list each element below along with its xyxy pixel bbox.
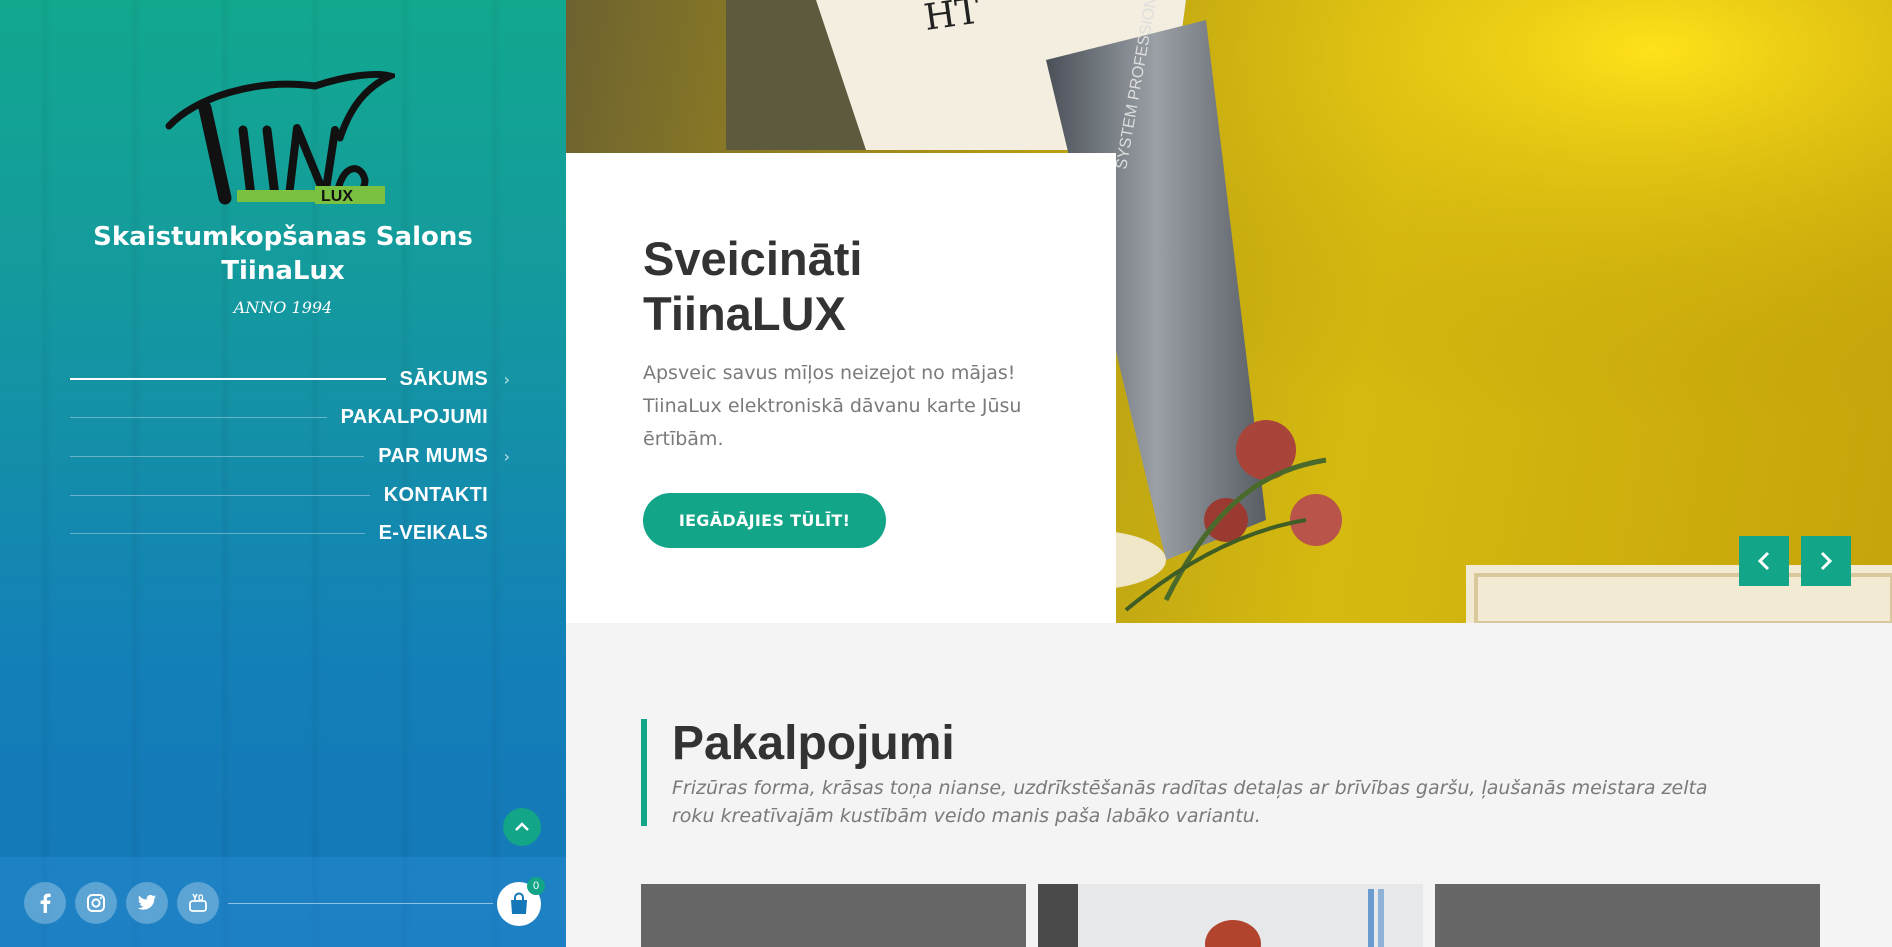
nav-item-label: KONTAKTI (383, 483, 488, 506)
nav-divider (70, 533, 365, 535)
service-card-image (1038, 884, 1423, 947)
logo-lux-text: LUX (321, 188, 353, 205)
service-card[interactable] (1435, 884, 1820, 947)
nav-item-label: E-VEIKALS (378, 522, 488, 545)
shopping-bag-icon (511, 892, 527, 914)
footer-divider (228, 903, 493, 904)
tiinalux-logo[interactable]: LUX (165, 68, 395, 208)
main-nav: SĀKUMS › PAKALPOJUMI PAR MUMS › KONTAKTI… (70, 360, 510, 553)
sidebar: LUX Skaistumkopšanas Salons TiinaLux ANN… (0, 0, 566, 947)
nav-item-label: PAKALPOJUMI (340, 406, 488, 429)
twitter-icon[interactable] (126, 882, 168, 924)
slider-prev-button[interactable] (1739, 536, 1789, 586)
nav-item-label: SĀKUMS (399, 367, 488, 390)
hero-text: Apsveic savus mīļos neizejot no mājas! T… (643, 362, 1022, 450)
hero-title-line2: TiinaLUX (643, 287, 846, 340)
scroll-to-top-button[interactable] (503, 808, 541, 846)
site-subtitle: ANNO 1994 (233, 298, 333, 317)
service-card[interactable] (1038, 884, 1423, 947)
nav-item-par-mums[interactable]: PAR MUMS › (70, 437, 510, 476)
site-title: Skaistumkopšanas Salons TiinaLux (0, 220, 566, 288)
section-accent-bar (641, 719, 647, 826)
nav-item-label: PAR MUMS (378, 444, 488, 467)
chevron-right-icon (1820, 551, 1833, 571)
chevron-right-icon: › (503, 446, 510, 466)
nav-item-sakums[interactable]: SĀKUMS › (70, 360, 510, 399)
chevron-up-icon (515, 822, 529, 831)
service-card[interactable] (641, 884, 1026, 947)
nav-divider (70, 378, 386, 381)
nav-item-pakalpojumi[interactable]: PAKALPOJUMI (70, 399, 510, 438)
chevron-right-icon: › (503, 369, 510, 389)
hero-card: Sveicināti TiinaLUX Apsveic savus mīļos … (566, 153, 1116, 623)
facebook-icon[interactable] (24, 882, 66, 924)
section-title: Pakalpojumi (672, 717, 955, 770)
slider-next-button[interactable] (1801, 536, 1851, 586)
nav-divider (70, 494, 370, 496)
nav-divider (70, 417, 327, 419)
site-title-line1: Skaistumkopšanas Salons (93, 222, 473, 252)
nav-item-kontakti[interactable]: KONTAKTI (70, 476, 510, 515)
nav-divider (70, 455, 365, 457)
buy-now-button[interactable]: IEGĀDĀJIES TŪLĪT! (643, 493, 886, 548)
cart-count-badge: 0 (527, 877, 545, 895)
hero-title: Sveicināti TiinaLUX (643, 231, 1063, 341)
youtube-icon[interactable] (177, 882, 219, 924)
site-title-line2: TiinaLux (221, 256, 345, 286)
chevron-left-icon (1757, 551, 1770, 571)
hero-title-line1: Sveicināti (643, 232, 863, 285)
nav-item-e-veikals[interactable]: E-VEIKALS (70, 514, 510, 553)
hero-slider: HT SYSTEM PROFESSIONAL Sveicināti TiinaL… (566, 0, 1892, 623)
section-subtitle: Frizūras forma, krāsas toņa nianse, uzdr… (672, 777, 1708, 827)
sidebar-footer: 0 (0, 857, 566, 947)
instagram-icon[interactable] (75, 882, 117, 924)
